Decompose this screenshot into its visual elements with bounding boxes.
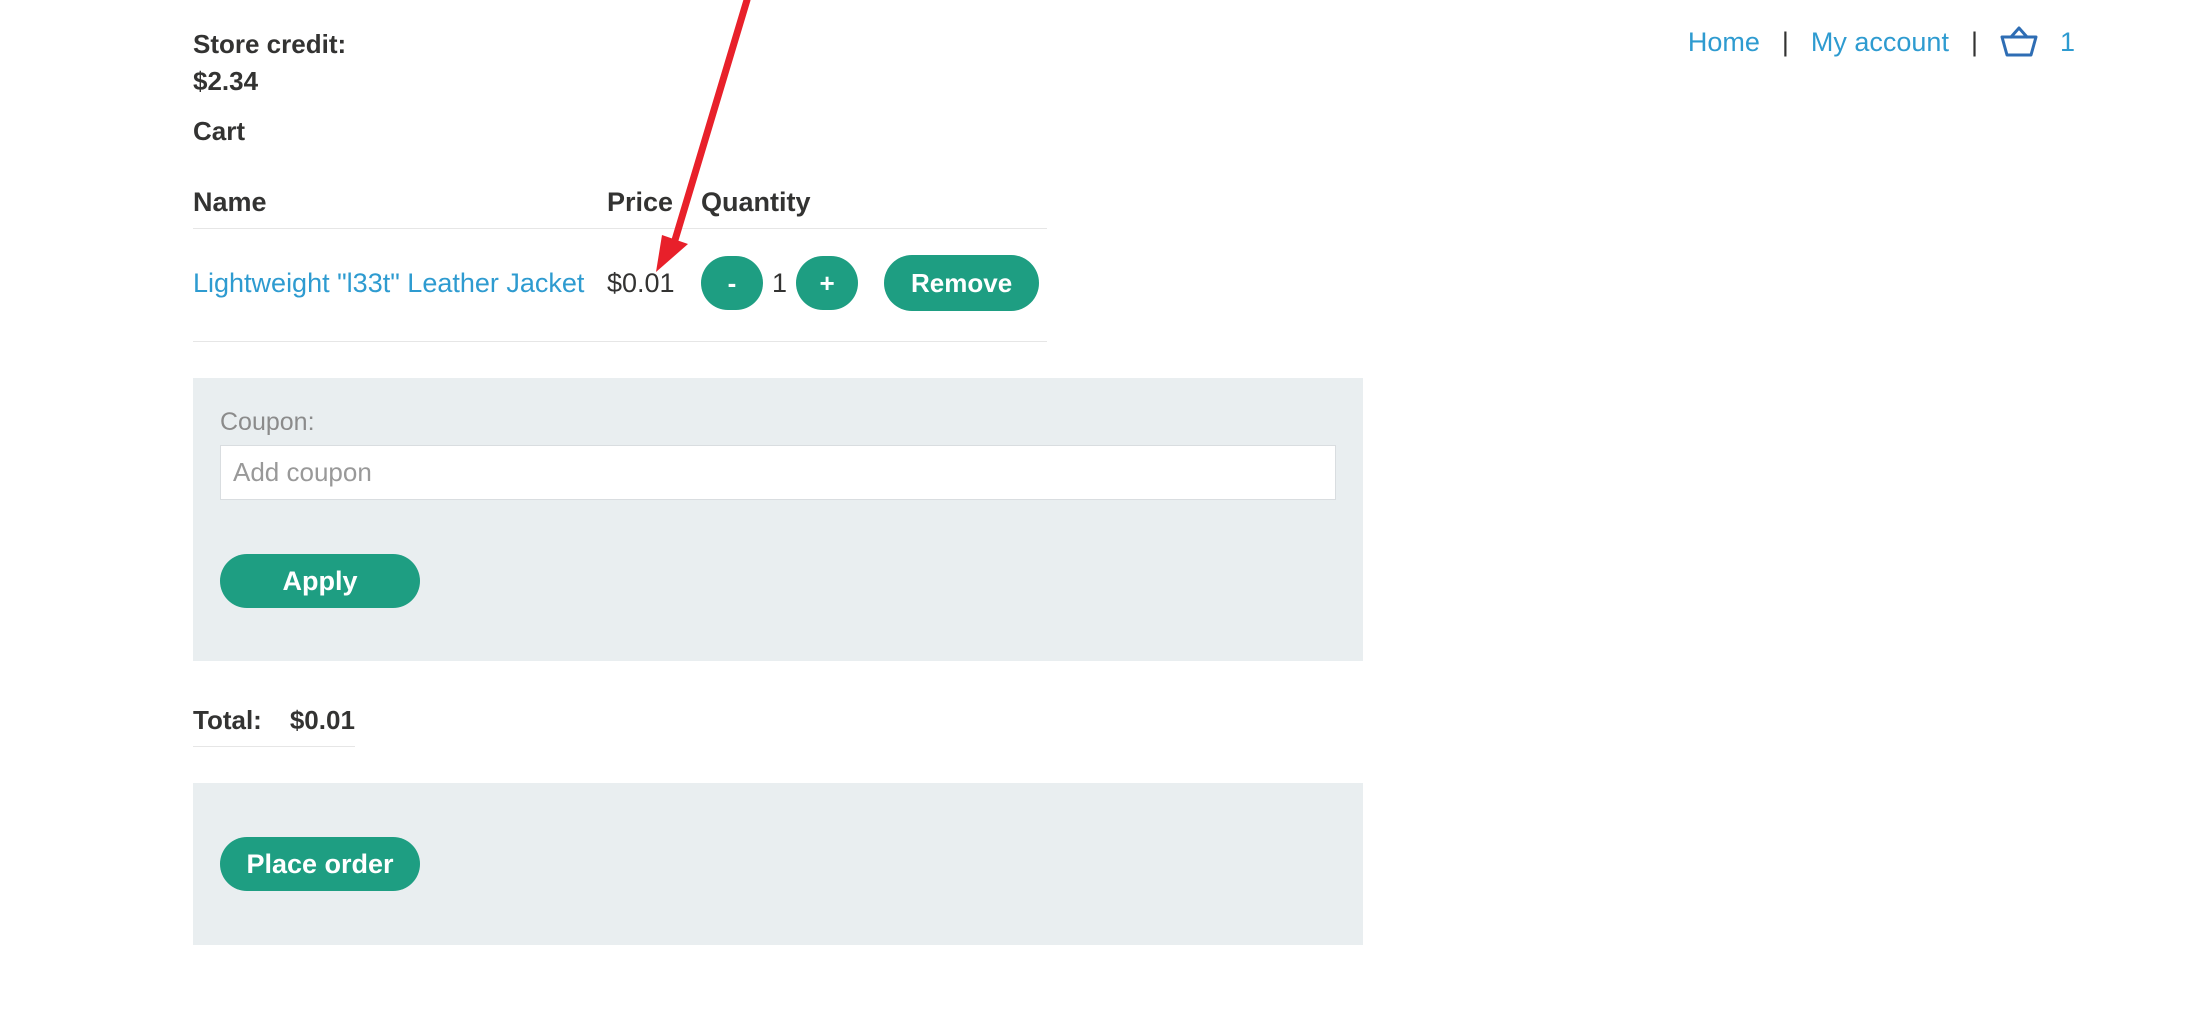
total-label: Total:: [193, 705, 262, 735]
column-header-name: Name: [193, 187, 607, 229]
cart-heading: Cart: [193, 116, 246, 146]
coupon-panel: Coupon: Apply: [193, 378, 1363, 661]
cart-page: Home | My account | 1 Store credit: $2.3…: [0, 0, 2195, 1034]
increase-quantity-button[interactable]: +: [796, 256, 859, 310]
home-link[interactable]: Home: [1688, 27, 1760, 58]
cart-item-row: Lightweight "l33t" Leather Jacket $0.01 …: [193, 228, 1047, 342]
quantity-stepper: - 1 + Remove: [701, 255, 1047, 311]
nav-separator: |: [1970, 26, 1978, 57]
place-order-button[interactable]: Place order: [220, 837, 420, 891]
basket-icon: [2000, 26, 2038, 58]
main-content: Store credit: $2.34 Cart Name Price Quan…: [193, 26, 1363, 945]
cart-link[interactable]: 1: [2000, 26, 2075, 58]
remove-item-button[interactable]: Remove: [884, 255, 1040, 311]
total-row: Total: $0.01: [193, 705, 355, 747]
quantity-value: 1: [772, 267, 788, 298]
cart-item-name-cell: Lightweight "l33t" Leather Jacket: [193, 228, 607, 342]
total-amount: $0.01: [289, 705, 355, 735]
apply-coupon-button[interactable]: Apply: [220, 554, 420, 608]
decrease-quantity-button[interactable]: -: [701, 256, 763, 310]
store-credit-amount: $2.34: [193, 66, 259, 96]
product-link[interactable]: Lightweight "l33t" Leather Jacket: [193, 268, 584, 298]
place-order-panel: Place order: [193, 783, 1363, 945]
cart-item-price: $0.01: [607, 228, 701, 342]
column-header-price: Price: [607, 187, 701, 229]
store-credit: Store credit: $2.34: [193, 26, 1363, 100]
my-account-link[interactable]: My account: [1811, 27, 1949, 58]
cart-table: Name Price Quantity Lightweight "l33t" L…: [193, 187, 1047, 342]
cart-item-quantity-cell: - 1 + Remove: [701, 228, 1047, 342]
nav-separator: |: [1781, 26, 1789, 57]
column-header-quantity: Quantity: [701, 187, 1047, 229]
coupon-input[interactable]: [220, 445, 1336, 500]
coupon-label: Coupon:: [220, 408, 315, 436]
cart-count: 1: [2059, 26, 2075, 57]
store-credit-label: Store credit:: [193, 29, 347, 59]
cart-table-header: Name Price Quantity: [193, 187, 1047, 229]
top-navigation: Home | My account | 1: [1688, 26, 2075, 58]
